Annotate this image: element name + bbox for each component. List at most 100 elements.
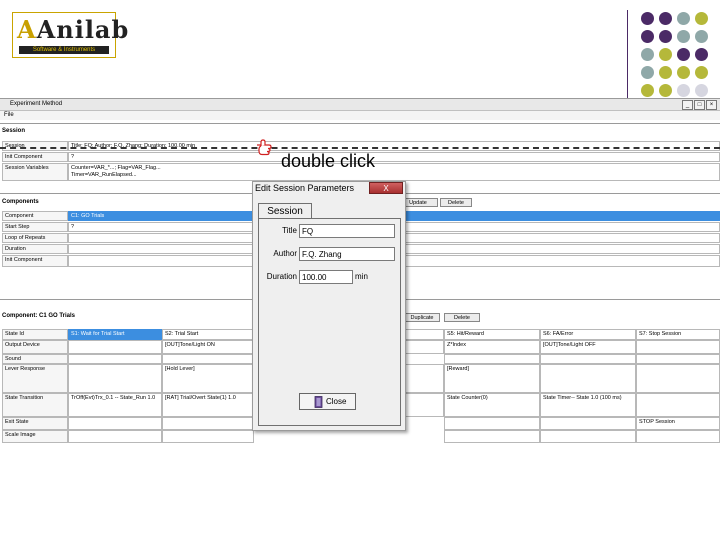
state-output-cell[interactable]: Z*Index [444,340,540,354]
state-output-cell[interactable] [636,340,720,354]
decorative-dot [695,84,708,97]
duplicate-button[interactable]: Duplicate [404,313,440,322]
session-variables-line: Timer=VAR_RunElapsed... [71,172,137,178]
loop-label: Loop of Repeats [2,233,68,243]
session-heading: Session [2,128,26,134]
row-label-transition: State Transition [2,393,68,417]
decorative-dot [677,66,690,79]
decorative-dot [641,84,654,97]
state-output-cell[interactable]: [OUT]Tone/Light ON [162,340,254,354]
state-transition-cell[interactable]: [RAT] Trial/Overt State(1) 1.0 [162,393,254,417]
duration-label: Duration [2,244,68,254]
minimize-button[interactable]: _ [682,100,693,110]
state-lever-cell[interactable]: [Reward] [444,364,540,393]
decorative-dot [677,48,690,61]
state-transition-cell[interactable]: State Counter(0) [444,393,540,417]
pointing-hand-icon [257,139,272,156]
maximize-button[interactable]: □ [694,100,705,110]
delete-component-button[interactable]: Delete [440,198,472,207]
state-id-cell[interactable]: S2: Trial Start [162,329,254,340]
session-tab-panel: Title FQ Author F.Q. Zhang Duration 100.… [258,218,401,426]
state-id-cell[interactable] [404,329,444,340]
annotation-dashed-line [0,147,720,149]
trials-heading: Component: C1 GO Trials [2,313,76,319]
edit-session-dialog: Edit Session Parameters X Session Title … [252,181,406,431]
state-lever-cell[interactable] [636,364,720,393]
decorative-dot [641,30,654,43]
author-field[interactable]: F.Q. Zhang [299,247,395,261]
state-sound-cell[interactable] [636,354,720,364]
session-variables-label: Session Variables [2,163,68,181]
logo-tagline: Software & Instruments [19,46,109,54]
dialog-close-x-button[interactable]: X [369,182,403,194]
author-field-label: Author [273,249,297,258]
double-click-annotation: double click [281,151,376,171]
state-sound-cell[interactable] [68,354,162,364]
decorative-dot [677,12,690,25]
door-icon [314,396,323,408]
state-output-cell[interactable] [404,340,444,354]
state-id-cell[interactable]: S5: Hit/Reward [444,329,540,340]
state-sound-cell[interactable] [540,354,636,364]
state-sound-cell[interactable] [162,354,254,364]
state-exit-cell[interactable] [444,417,540,430]
components-heading: Components [2,199,39,205]
state-lever-cell[interactable] [540,364,636,393]
state-exit-cell[interactable] [68,417,162,430]
state-id-cell[interactable]: S7: Stop Session [636,329,720,340]
title-field-label: Title [282,226,297,235]
init-component-value[interactable]: ? [68,152,720,162]
delete-state-button[interactable]: Delete [444,313,480,322]
session-variables-value[interactable]: Counter=VAR_*...; Flag=VAR_Flag... Timer… [68,163,720,181]
state-output-cell[interactable] [68,340,162,354]
decorative-dot [659,84,672,97]
close-button[interactable]: Close [299,393,356,410]
row-label-exit: Exit State [2,417,68,430]
state-transition-cell[interactable] [404,393,444,417]
row-label-sound: Sound [2,354,68,364]
state-exit-cell[interactable] [540,417,636,430]
state-exit-cell[interactable] [162,417,254,430]
decorative-dot [659,12,672,25]
close-button-label: Close [326,397,347,406]
session-value[interactable]: Title: FQ; Author: F.Q. Zhang; Duration:… [68,141,720,151]
state-lever-cell[interactable] [404,364,444,393]
decorative-dot [659,48,672,61]
state-scale-cell[interactable] [68,430,162,443]
state-scale-cell[interactable] [162,430,254,443]
component-label: Component [2,211,68,221]
state-transition-cell[interactable]: TrOff(Evt)Trx_0.1 -- State_Run 1.0 [68,393,162,417]
state-transition-cell[interactable]: State Timer-- State 1.0 (100 ms) [540,393,636,417]
state-id-cell[interactable]: S6: FA/Error [540,329,636,340]
title-field[interactable]: FQ [299,224,395,238]
row-label-lever: Lever Response [2,364,68,393]
state-scale-cell[interactable] [444,430,540,443]
state-scale-cell[interactable] [636,430,720,443]
row-label-state-id: State Id [2,329,68,340]
menu-file[interactable]: File [4,112,14,118]
window-titlebar: Experiment Method _ □ × [0,99,720,111]
decorative-dot [641,12,654,25]
decorative-dot [677,30,690,43]
decorative-dot [659,30,672,43]
decorative-dot [677,84,690,97]
anilab-logo: AAnilab Software & Instruments [12,12,128,58]
start-step-label: Start Step [2,222,68,232]
state-scale-cell[interactable] [540,430,636,443]
session-variables-line: Counter=VAR_*...; Flag=VAR_Flag... [71,165,161,171]
session-label: Session [2,141,68,151]
state-lever-cell[interactable] [68,364,162,393]
row-label-scale: Scale Image [2,430,68,443]
duration-field[interactable]: 100.00 [299,270,353,284]
state-output-cell[interactable]: [OUT]Tone/Light OFF [540,340,636,354]
state-exit-cell[interactable]: STOP Session [636,417,720,430]
state-lever-cell[interactable]: [Hold Lever] [162,364,254,393]
duration-unit: min [355,272,368,281]
decorative-dot [641,48,654,61]
dialog-title: Edit Session Parameters [255,183,355,193]
init-component-label: Init Component [2,152,68,162]
state-id-cell[interactable]: S1: Wait for Trial Start [68,329,162,340]
state-sound-cell[interactable] [444,354,540,364]
close-window-button[interactable]: × [706,100,717,110]
state-transition-cell[interactable] [636,393,720,417]
